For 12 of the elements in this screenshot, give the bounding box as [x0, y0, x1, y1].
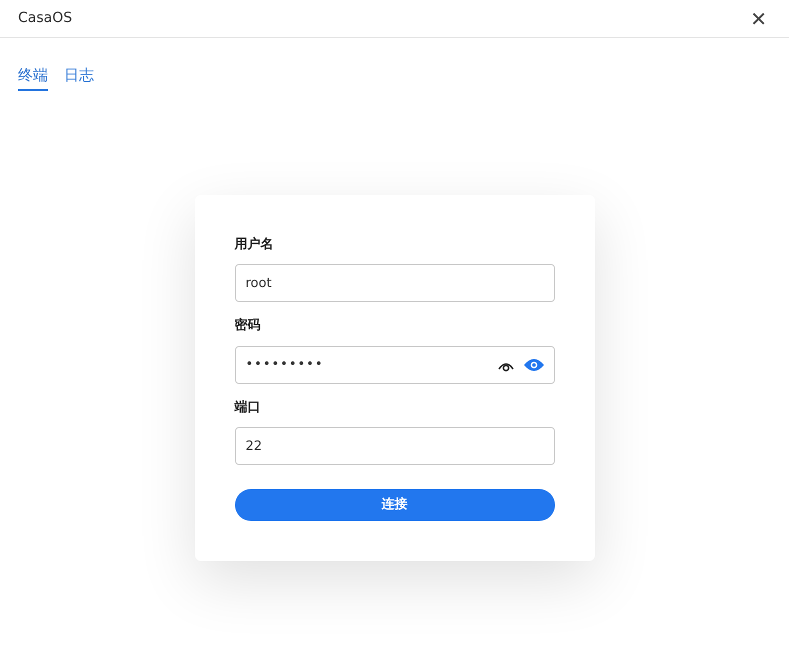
field-label: 密码: [234, 316, 262, 335]
connect-button[interactable]: 连接: [234, 489, 554, 521]
tab[interactable]: 日志: [64, 64, 94, 90]
field-label: 用户名: [234, 236, 274, 254]
field-label: 端口: [234, 398, 262, 416]
window-title: CasaOS: [18, 9, 72, 28]
input-field[interactable]: 22: [234, 427, 554, 465]
input-field[interactable]: root: [234, 264, 554, 302]
close-button[interactable]: ✕: [746, 8, 771, 28]
tab[interactable]: 终端: [18, 64, 48, 90]
password-field[interactable]: •••••••••: [234, 346, 554, 384]
eye-icon[interactable]: [522, 358, 544, 372]
